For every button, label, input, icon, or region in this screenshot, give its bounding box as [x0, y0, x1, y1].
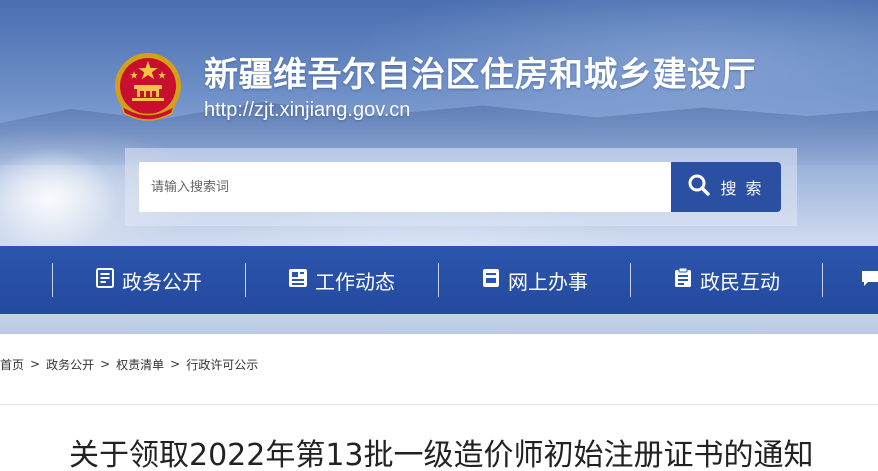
nav-item-more[interactable] [822, 246, 878, 314]
nav-item-online-services[interactable]: 网上办事 [438, 246, 630, 314]
nav-item-label: 工作动态 [315, 269, 395, 294]
breadcrumb-separator: > [30, 357, 41, 371]
breadcrumb: 首页 > 政务公开 > 权责清单 > 行政许可公示 [0, 354, 258, 374]
search-input[interactable] [139, 162, 672, 212]
article-title: 关于领取2022年第13批一级造价师初始注册证书的通知 [69, 438, 814, 471]
breadcrumb-home[interactable]: 首页 [0, 356, 24, 373]
site-url[interactable]: http://zjt.xinjiang.gov.cn [204, 99, 410, 122]
nav-item-label: 网上办事 [508, 269, 588, 294]
nav-item-government-affairs[interactable]: 政务公开 [52, 246, 244, 314]
nav-item-work-news[interactable]: 工作动态 [245, 246, 437, 314]
search-button[interactable]: 搜 索 [671, 162, 781, 212]
breadcrumb-power-list[interactable]: 权责清单 [116, 356, 164, 373]
breadcrumb-government-affairs[interactable]: 政务公开 [46, 356, 94, 373]
document-list-icon [94, 267, 116, 293]
main-navbar: 政务公开 工作动态 网上办事 政民互动 [0, 246, 878, 314]
search-icon [688, 174, 711, 200]
breadcrumb-admin-license[interactable]: 行政许可公示 [186, 356, 258, 373]
nav-item-label: 政民互动 [700, 269, 780, 294]
breadcrumb-separator: > [170, 357, 181, 371]
nav-item-public-interaction[interactable]: 政民互动 [630, 246, 822, 314]
search-button-label: 搜 索 [720, 179, 764, 198]
form-icon [480, 267, 502, 293]
banner-ice-background [0, 130, 140, 260]
chat-icon [860, 267, 878, 293]
content-divider [0, 404, 878, 405]
site-title: 新疆维吾尔自治区住房和城乡建设厅 [204, 55, 756, 95]
national-emblem-icon [112, 51, 184, 125]
breadcrumb-separator: > [100, 357, 111, 371]
nav-item-label: 政务公开 [122, 269, 202, 294]
clipboard-icon [672, 267, 694, 293]
news-icon [287, 267, 309, 293]
